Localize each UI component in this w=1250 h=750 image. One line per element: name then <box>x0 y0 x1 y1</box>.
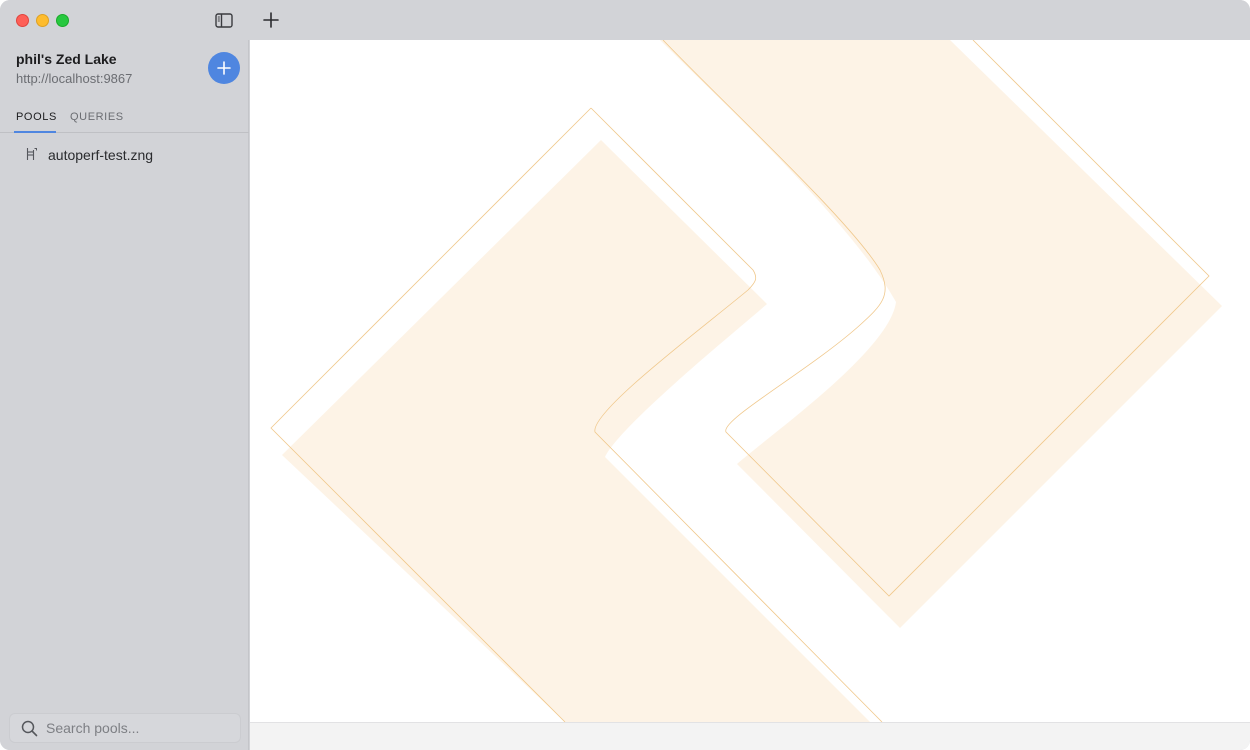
pool-name: autoperf-test.zng <box>48 147 154 163</box>
sidebar-tabs: POOLS QUERIES <box>0 106 249 133</box>
tab-pools[interactable]: POOLS <box>16 111 57 123</box>
title-bar <box>0 0 1250 40</box>
search-box <box>9 713 241 743</box>
lake-name: phil's Zed Lake <box>16 51 117 67</box>
sidebar-toggle-icon <box>215 13 233 28</box>
plus-icon <box>263 12 279 28</box>
search-icon <box>21 720 38 737</box>
add-button[interactable] <box>208 52 240 84</box>
status-bar <box>250 722 1250 750</box>
main-content <box>250 40 1250 722</box>
plus-icon <box>217 61 231 75</box>
minimize-window-button[interactable] <box>36 14 49 27</box>
close-window-button[interactable] <box>16 14 29 27</box>
new-tab-button[interactable] <box>262 11 280 29</box>
tab-queries[interactable]: QUERIES <box>70 111 124 123</box>
sidebar: phil's Zed Lake http://localhost:9867 PO… <box>0 40 249 750</box>
pool-icon <box>26 148 37 160</box>
app-window: phil's Zed Lake http://localhost:9867 PO… <box>0 0 1250 750</box>
pool-list-item[interactable]: autoperf-test.zng <box>0 143 249 167</box>
lake-url: http://localhost:9867 <box>16 71 133 86</box>
search-input[interactable] <box>46 718 234 738</box>
maximize-window-button[interactable] <box>56 14 69 27</box>
active-tab-indicator <box>14 131 56 133</box>
sidebar-toggle-button[interactable] <box>215 13 233 28</box>
zed-logo-watermark <box>270 40 1222 722</box>
